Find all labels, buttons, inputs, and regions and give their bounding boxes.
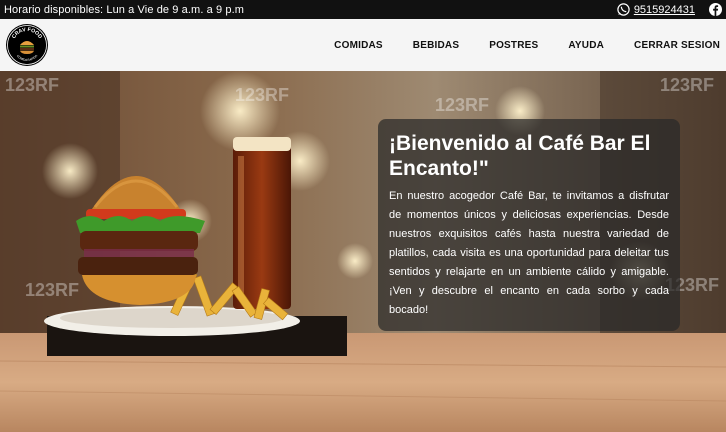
contact-area: 9515924431 — [617, 0, 722, 19]
whatsapp-icon[interactable] — [617, 3, 630, 16]
nav-item-postres[interactable]: POSTRES — [489, 40, 538, 51]
phone-contact: 9515924431 — [617, 3, 695, 16]
hero-description: En nuestro acogedor Café Bar, te invitam… — [389, 190, 669, 316]
top-info-bar: Horario disponibles: Lun a Vie de 9 a.m.… — [0, 0, 726, 19]
nav-item-bebidas[interactable]: BEBIDAS — [413, 40, 459, 51]
logo-bottom-text: COMIDA RAPIDA — [16, 54, 38, 62]
phone-link[interactable]: 9515924431 — [634, 4, 695, 16]
welcome-panel: ¡Bienvenido al Café Bar El Encanto!" En … — [378, 119, 680, 331]
nav-item-ayuda[interactable]: AYUDA — [568, 40, 604, 51]
watermark-text: 123RF — [660, 75, 714, 95]
facebook-icon[interactable] — [709, 3, 722, 16]
logo[interactable]: CRAV FOOD COMIDA RAPIDA — [6, 24, 48, 66]
hero-banner: 123RF 123RF 123RF 123RF 123RF 123RF ¡Bie… — [0, 71, 726, 432]
business-hours: Horario disponibles: Lun a Vie de 9 a.m.… — [4, 3, 245, 16]
nav-item-comidas[interactable]: COMIDAS — [334, 40, 383, 51]
watermark-text: 123RF — [25, 280, 79, 300]
watermark-text: 123RF — [5, 75, 59, 95]
watermark-text: 123RF — [435, 95, 489, 115]
watermark-text: 123RF — [235, 85, 289, 105]
nav-item-cerrar-sesion[interactable]: CERRAR SESION — [634, 40, 720, 51]
nav-menu: COMIDAS BEBIDAS POSTRES AYUDA CERRAR SES… — [334, 19, 720, 71]
hero-title: ¡Bienvenido al Café Bar El Encanto!" — [389, 132, 651, 180]
main-navbar: CRAV FOOD COMIDA RAPIDA COMIDAS BEBIDAS … — [0, 19, 726, 71]
